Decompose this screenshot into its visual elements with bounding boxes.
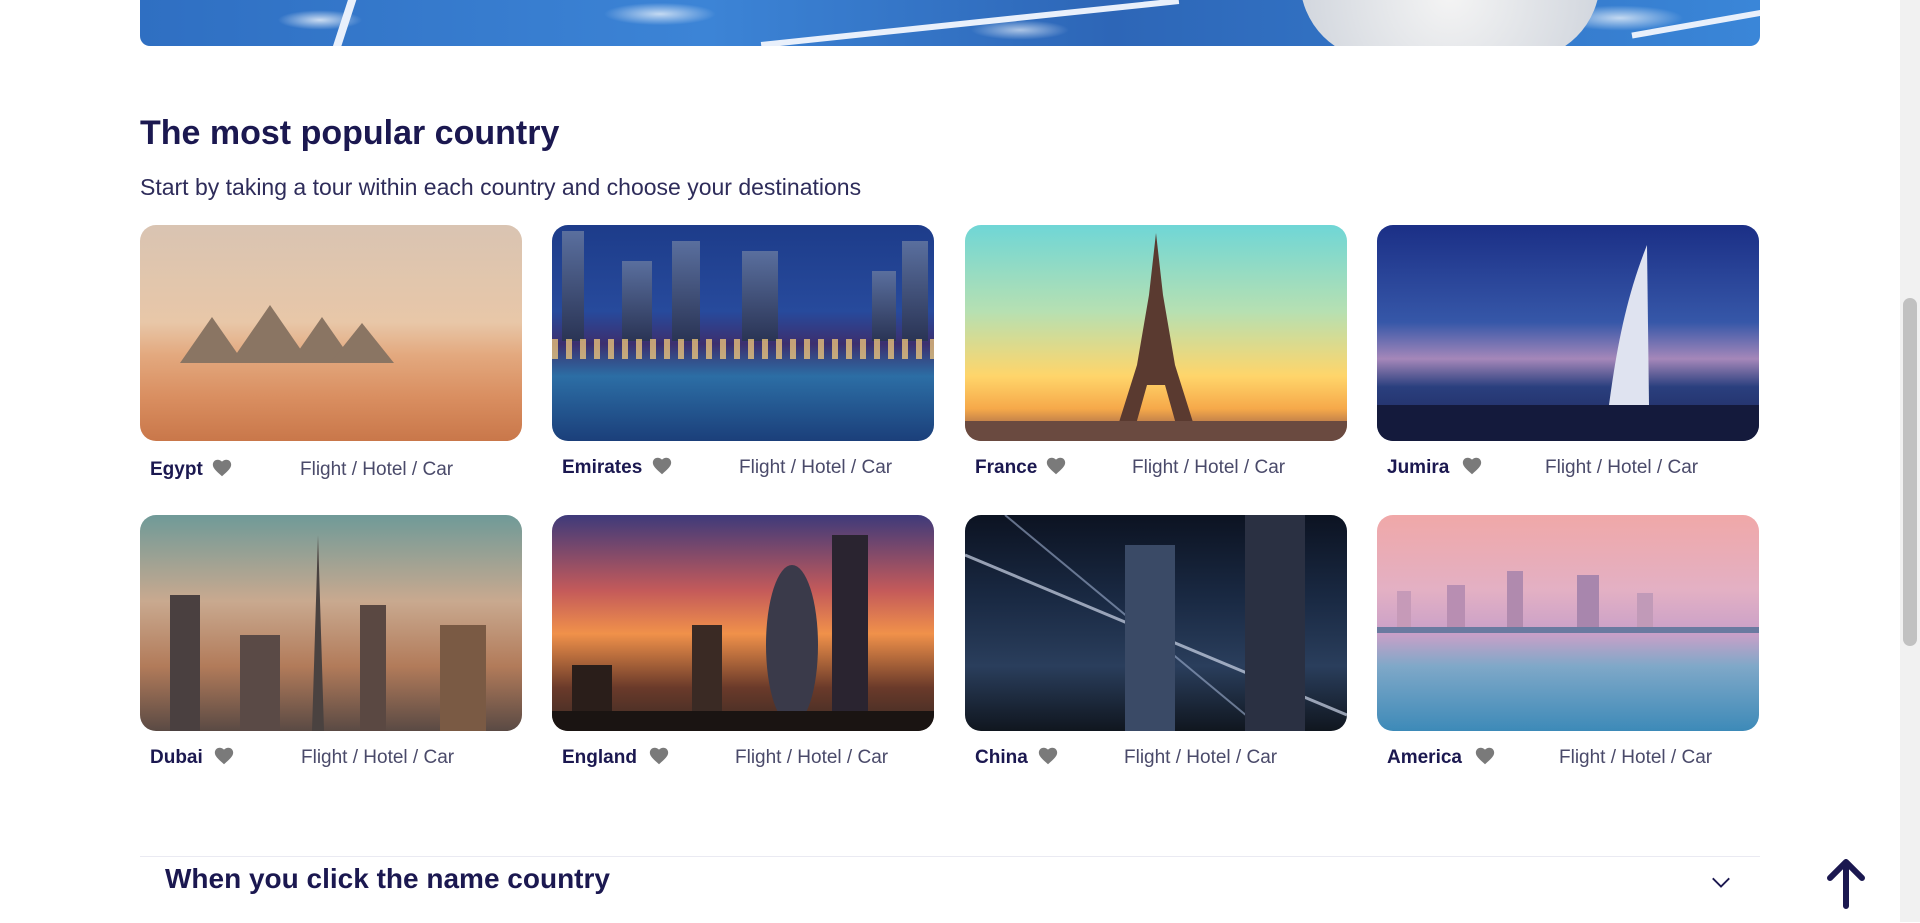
country-card-emirates[interactable]: Emirates Flight / Hotel / Car xyxy=(552,225,934,483)
country-card-america[interactable]: America Flight / Hotel / Car xyxy=(1377,515,1759,773)
country-card-jumira[interactable]: Jumira Flight / Hotel / Car xyxy=(1377,225,1759,483)
country-card-france[interactable]: France Flight / Hotel / Car xyxy=(965,225,1347,483)
heart-icon[interactable] xyxy=(1474,745,1496,767)
country-name[interactable]: Emirates xyxy=(562,457,642,479)
country-photo-china[interactable] xyxy=(965,515,1347,731)
country-photo-dubai[interactable] xyxy=(140,515,522,731)
country-photo-emirates[interactable] xyxy=(552,225,934,441)
country-card-england[interactable]: England Flight / Hotel / Car xyxy=(552,515,934,773)
section-title: The most popular country xyxy=(140,114,560,152)
country-photo-egypt[interactable] xyxy=(140,225,522,441)
chevron-down-icon[interactable] xyxy=(1710,871,1732,893)
country-services: Flight / Hotel / Car xyxy=(739,457,893,478)
heart-icon[interactable] xyxy=(1461,455,1483,477)
country-services: Flight / Hotel / Car xyxy=(735,747,889,768)
country-services: Flight / Hotel / Car xyxy=(1124,747,1278,768)
heart-icon[interactable] xyxy=(1037,745,1059,767)
heart-icon[interactable] xyxy=(1045,455,1067,477)
country-services: Flight / Hotel / Car xyxy=(1132,457,1286,478)
section-subtitle: Start by taking a tour within each count… xyxy=(140,174,862,200)
accordion-item[interactable]: When you click the name country xyxy=(140,856,1760,923)
country-name[interactable]: Dubai xyxy=(150,747,203,769)
burj-al-arab-illustration xyxy=(1377,245,1759,441)
heart-icon[interactable] xyxy=(213,745,235,767)
china-night-city-illustration xyxy=(965,515,1347,731)
country-photo-jumira[interactable] xyxy=(1377,225,1759,441)
scrollbar-thumb[interactable] xyxy=(1903,298,1917,646)
country-card-china[interactable]: China Flight / Hotel / Car xyxy=(965,515,1347,773)
country-services: Flight / Hotel / Car xyxy=(1559,747,1713,768)
heart-icon[interactable] xyxy=(648,745,670,767)
country-card-dubai[interactable]: Dubai Flight / Hotel / Car xyxy=(140,515,522,773)
hero-banner-image xyxy=(140,0,1760,46)
country-name[interactable]: Egypt xyxy=(150,459,203,481)
arrow-up-icon[interactable] xyxy=(1822,858,1870,910)
heart-icon[interactable] xyxy=(211,457,233,479)
accordion-title[interactable]: When you click the name country xyxy=(165,863,610,895)
country-name[interactable]: France xyxy=(975,457,1037,479)
heart-icon[interactable] xyxy=(651,455,673,477)
country-name[interactable]: America xyxy=(1387,747,1462,769)
country-services: Flight / Hotel / Car xyxy=(300,459,454,480)
dubai-skyline-illustration xyxy=(170,535,486,731)
country-photo-france[interactable] xyxy=(965,225,1347,441)
eiffel-tower-illustration xyxy=(965,233,1347,441)
country-name[interactable]: England xyxy=(562,747,637,769)
page-scrollbar[interactable] xyxy=(1900,0,1920,922)
america-skyline-illustration xyxy=(1377,571,1759,633)
country-photo-america[interactable] xyxy=(1377,515,1759,731)
country-services: Flight / Hotel / Car xyxy=(1545,457,1699,478)
country-photo-england[interactable] xyxy=(552,515,934,731)
country-card-egypt[interactable]: Egypt Flight / Hotel / Car xyxy=(140,225,522,485)
london-skyline-illustration xyxy=(552,535,934,731)
country-name[interactable]: China xyxy=(975,747,1028,769)
country-services: Flight / Hotel / Car xyxy=(301,747,455,768)
country-name[interactable]: Jumira xyxy=(1387,457,1449,479)
